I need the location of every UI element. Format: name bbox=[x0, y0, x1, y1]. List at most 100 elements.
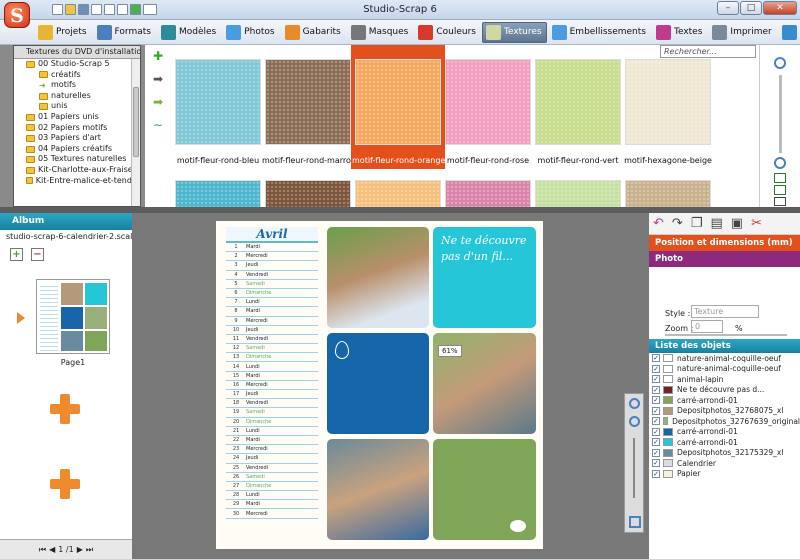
zoom-in-icon[interactable] bbox=[774, 157, 786, 169]
object-item[interactable]: ✓ animal-lapin bbox=[649, 374, 800, 385]
object-item[interactable]: ✓ Depositphotos_32768075_xl bbox=[649, 406, 800, 417]
add-icon[interactable]: ✚ bbox=[151, 50, 165, 63]
quote-tile[interactable]: Ne te découvre pas d'un fil... bbox=[433, 227, 536, 328]
texture-thumb[interactable] bbox=[625, 59, 711, 145]
toolbar-photos-button[interactable]: Photos bbox=[222, 22, 279, 43]
zoom-field[interactable]: 0 bbox=[691, 320, 723, 333]
object-item[interactable]: ✓ Calendrier bbox=[649, 458, 800, 469]
tree-item[interactable]: ➜ motifs bbox=[14, 80, 140, 91]
grid-large-icon[interactable] bbox=[774, 173, 786, 183]
texture-thumb[interactable] bbox=[175, 180, 261, 207]
tree-header[interactable]: Textures du DVD d'installation... bbox=[14, 46, 140, 59]
zoom-slider[interactable] bbox=[779, 75, 782, 153]
visibility-checkbox[interactable]: ✓ bbox=[652, 354, 660, 363]
minimize-button[interactable]: – bbox=[717, 1, 739, 15]
texture-thumb[interactable] bbox=[175, 59, 261, 145]
canvas-zoom-in-icon[interactable] bbox=[629, 398, 640, 409]
redo-icon[interactable]: ↷ bbox=[672, 216, 683, 231]
texture-label[interactable]: motif-fleur-rond-marron bbox=[262, 156, 356, 165]
tree-item[interactable]: 03 Papiers d'art bbox=[14, 133, 140, 144]
texture-thumb[interactable] bbox=[625, 180, 711, 207]
tree-item[interactable]: unis bbox=[14, 101, 140, 112]
add-page-button[interactable]: + bbox=[10, 248, 23, 261]
zoom-slider[interactable] bbox=[665, 334, 787, 336]
visibility-checkbox[interactable]: ✓ bbox=[652, 375, 660, 384]
texture-thumb[interactable] bbox=[535, 180, 621, 207]
object-item[interactable]: ✓ carré-arrondi-01 bbox=[649, 395, 800, 406]
next-page-icon[interactable]: ▶ bbox=[77, 545, 83, 554]
object-item[interactable]: ✓ carré-arrondi-01 bbox=[649, 427, 800, 438]
toolbar-formats-button[interactable]: Formats bbox=[93, 22, 156, 43]
texture-thumb[interactable] bbox=[355, 180, 441, 207]
search-input[interactable]: Rechercher... bbox=[660, 45, 756, 58]
photo-tile-middle[interactable]: 61% bbox=[433, 333, 536, 434]
texture-label[interactable]: motif-fleur-rond-bleu bbox=[172, 156, 264, 165]
toolbar-masks-button[interactable]: Masques bbox=[347, 22, 414, 43]
texture-thumb[interactable] bbox=[355, 59, 441, 145]
tree-item[interactable]: 05 Textures naturelles bbox=[14, 154, 140, 165]
object-item[interactable]: ✓ Depositphotos_32767639_original bbox=[649, 416, 800, 427]
position-section-header[interactable]: Position et dimensions (mm) bbox=[649, 235, 800, 251]
remove-page-button[interactable]: − bbox=[31, 248, 44, 261]
tree-item[interactable]: 01 Papiers unis bbox=[14, 112, 140, 123]
texture-label[interactable]: motif-fleur-rond-vert bbox=[532, 156, 624, 165]
copy-icon[interactable]: ❐ bbox=[691, 216, 703, 231]
cut-icon[interactable]: ✂ bbox=[751, 216, 762, 231]
green-tile[interactable] bbox=[433, 439, 536, 540]
prev-page-icon[interactable]: ◀ bbox=[49, 545, 55, 554]
tree-item[interactable]: 02 Papiers motifs bbox=[14, 123, 140, 134]
visibility-checkbox[interactable]: ✓ bbox=[652, 427, 660, 436]
editing-canvas[interactable]: Avril 1 Mardi 2 Mercredi 3 Jeudi 4 Vendredi 5 Sam… bbox=[132, 213, 649, 559]
apply-icon[interactable]: ➡ bbox=[151, 96, 165, 109]
texture-label[interactable]: motif-fleur-rond-rose bbox=[442, 156, 534, 165]
toolbar-puzzle-button[interactable]: Gabarits bbox=[281, 22, 346, 43]
object-item[interactable]: ✓ Ne te découvre pas d... bbox=[649, 385, 800, 396]
visibility-checkbox[interactable]: ✓ bbox=[652, 459, 660, 468]
object-item[interactable]: ✓ nature-animal-coquille-oeuf bbox=[649, 353, 800, 364]
grid-small-icon[interactable] bbox=[774, 197, 786, 206]
toolbar-export-button[interactable]: Exporter bbox=[778, 22, 800, 43]
tree-item[interactable]: créatifs bbox=[14, 70, 140, 81]
app-logo[interactable]: S bbox=[4, 2, 30, 28]
visibility-checkbox[interactable]: ✓ bbox=[652, 396, 660, 405]
zoom-out-icon[interactable] bbox=[774, 57, 786, 69]
toolbar-models-button[interactable]: Modèles bbox=[157, 22, 221, 43]
toolbar-text-button[interactable]: Textes bbox=[652, 22, 707, 43]
photo-tile-top[interactable] bbox=[327, 227, 429, 328]
maximize-button[interactable]: □ bbox=[740, 1, 762, 15]
blue-tile[interactable] bbox=[327, 333, 429, 434]
style-select[interactable]: Texture bbox=[691, 305, 759, 318]
canvas-zoom-slider[interactable] bbox=[633, 438, 635, 498]
texture-thumb[interactable] bbox=[265, 180, 351, 207]
visibility-checkbox[interactable]: ✓ bbox=[652, 448, 660, 457]
tree-scrollbar[interactable] bbox=[131, 59, 140, 206]
toolbar-embellish-button[interactable]: Embellissements bbox=[548, 22, 651, 43]
tree-item[interactable]: Kit-Entre-malice-et-tendre bbox=[14, 176, 140, 187]
undo-icon[interactable]: ↶ bbox=[653, 216, 664, 231]
texture-thumb[interactable] bbox=[265, 59, 351, 145]
visibility-checkbox[interactable]: ✓ bbox=[652, 417, 660, 426]
calendar-block[interactable]: Avril 1 Mardi 2 Mercredi 3 Jeudi 4 Vendredi 5 Sam… bbox=[226, 227, 318, 543]
texture-thumb[interactable] bbox=[445, 59, 531, 145]
tree-item[interactable]: 00 Studio-Scrap 5 bbox=[14, 59, 140, 70]
visibility-checkbox[interactable]: ✓ bbox=[652, 469, 660, 478]
paste-icon[interactable]: ▣ bbox=[731, 216, 743, 231]
texture-thumb[interactable] bbox=[445, 180, 531, 207]
grid-medium-icon[interactable] bbox=[774, 185, 786, 195]
last-page-icon[interactable]: ⏭ bbox=[86, 545, 93, 555]
first-page-icon[interactable]: ⏮ bbox=[39, 545, 46, 555]
scrap-page[interactable]: Avril 1 Mardi 2 Mercredi 3 Jeudi 4 Vendredi 5 Sam… bbox=[216, 221, 543, 549]
object-item[interactable]: ✓ nature-animal-coquille-oeuf bbox=[649, 364, 800, 375]
toolbar-textures-button[interactable]: Textures bbox=[481, 21, 547, 43]
add-page-top-icon[interactable] bbox=[50, 394, 80, 424]
canvas-zoom-out-icon[interactable] bbox=[629, 416, 640, 427]
texture-thumb[interactable] bbox=[535, 59, 621, 145]
toolbar-folder-button[interactable]: Projets bbox=[34, 22, 92, 43]
visibility-checkbox[interactable]: ✓ bbox=[652, 364, 660, 373]
object-item[interactable]: ✓ carré-arrondi-01 bbox=[649, 437, 800, 448]
tree-scroll-thumb[interactable] bbox=[133, 87, 139, 157]
toolbar-printer-button[interactable]: Imprimer bbox=[708, 22, 776, 43]
tree-item[interactable]: Kit-Charlotte-aux-Fraises- bbox=[14, 165, 140, 176]
object-item[interactable]: ✓ Depositphotos_32175329_xl bbox=[649, 448, 800, 459]
arrow-right-icon[interactable]: ➡ bbox=[151, 73, 165, 86]
